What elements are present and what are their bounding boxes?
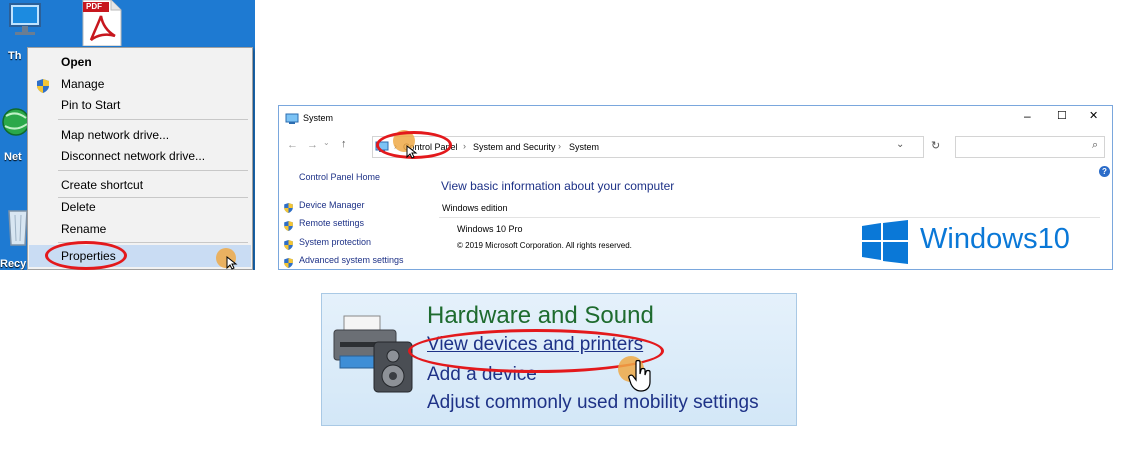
section-divider [439,217,1100,218]
up-arrow-icon[interactable]: ↑ [341,138,347,150]
menu-separator [58,170,248,171]
windows-logo-icon [862,220,908,264]
menu-item-create-shortcut[interactable]: Create shortcut [61,178,143,192]
remote-settings-link[interactable]: Remote settings [299,218,364,228]
breadcrumb-separator: › [463,141,466,151]
recycle-bin-label: Recy [0,258,27,270]
copyright-text: © 2019 Microsoft Corporation. All rights… [457,241,632,250]
menu-item-pin-to-start[interactable]: Pin to Start [61,98,120,112]
device-manager-link[interactable]: Device Manager [299,200,365,210]
minimize-button[interactable]: – [1024,109,1031,123]
search-input[interactable]: ⌕ [955,136,1105,158]
windows-edition-label: Windows edition [442,203,508,213]
uac-shield-icon [37,79,49,93]
breadcrumb-system-and-security[interactable]: System and Security [473,142,556,152]
help-glyph: ? [1102,167,1107,176]
network-icon[interactable] [2,104,30,144]
forward-arrow-icon[interactable]: → [307,139,318,151]
menu-item-disconnect-network-drive[interactable]: Disconnect network drive... [61,149,205,163]
network-label: Net [4,151,22,163]
address-dropdown-icon[interactable]: ⌄ [896,139,904,150]
system-protection-link[interactable]: System protection [299,237,371,247]
advanced-system-settings-link[interactable]: Advanced system settings [299,255,404,265]
close-button[interactable]: ✕ [1089,109,1098,122]
context-menu: Open Manage Pin to Start Map network dri… [27,47,253,270]
hand-pointer-icon [628,359,654,392]
pdf-badge-text: PDF [86,2,102,11]
menu-item-map-network-drive[interactable]: Map network drive... [61,128,169,142]
maximize-button[interactable]: ☐ [1057,109,1067,122]
menu-item-rename[interactable]: Rename [61,222,106,236]
menu-separator [58,119,248,120]
adjust-mobility-settings-link[interactable]: Adjust commonly used mobility settings [427,392,759,414]
printer-speaker-icon [330,312,416,394]
address-bar[interactable]: › Control Panel › System and Security › … [372,136,924,158]
menu-separator [58,197,248,198]
menu-item-manage[interactable]: Manage [61,77,104,91]
desktop-panel: Th PDF Net Recy Open Manage Pin to Start… [0,0,255,270]
hardware-and-sound-title[interactable]: Hardware and Sound [427,302,654,330]
mouse-pointer-icon [406,144,418,159]
search-icon: ⌕ [1092,139,1099,151]
windows-10-logo-text: Windows10 [920,223,1070,255]
page-heading: View basic information about your comput… [441,179,675,193]
control-panel-home-link[interactable]: Control Panel Home [299,172,380,182]
windows-edition-value: Windows 10 Pro [457,224,523,234]
help-icon[interactable]: ? [1099,166,1110,177]
shield-icon [284,255,293,268]
window-title: System [303,113,334,123]
back-arrow-icon[interactable]: ← [287,139,298,151]
this-pc-icon[interactable] [6,2,46,38]
breadcrumb-separator: › [558,141,561,151]
refresh-icon[interactable]: ↻ [931,139,940,152]
dropdown-recent-icon[interactable]: ⌄ [323,138,330,147]
properties-highlight-ring [45,241,127,270]
menu-item-delete[interactable]: Delete [61,200,96,214]
system-window-icon [285,112,299,124]
this-pc-label: Th [8,50,22,62]
shield-icon [284,237,293,250]
breadcrumb-system[interactable]: System [569,142,599,152]
shield-icon [284,218,293,231]
shield-icon [284,200,293,213]
mouse-pointer-icon [226,255,238,270]
menu-item-open[interactable]: Open [61,55,92,69]
